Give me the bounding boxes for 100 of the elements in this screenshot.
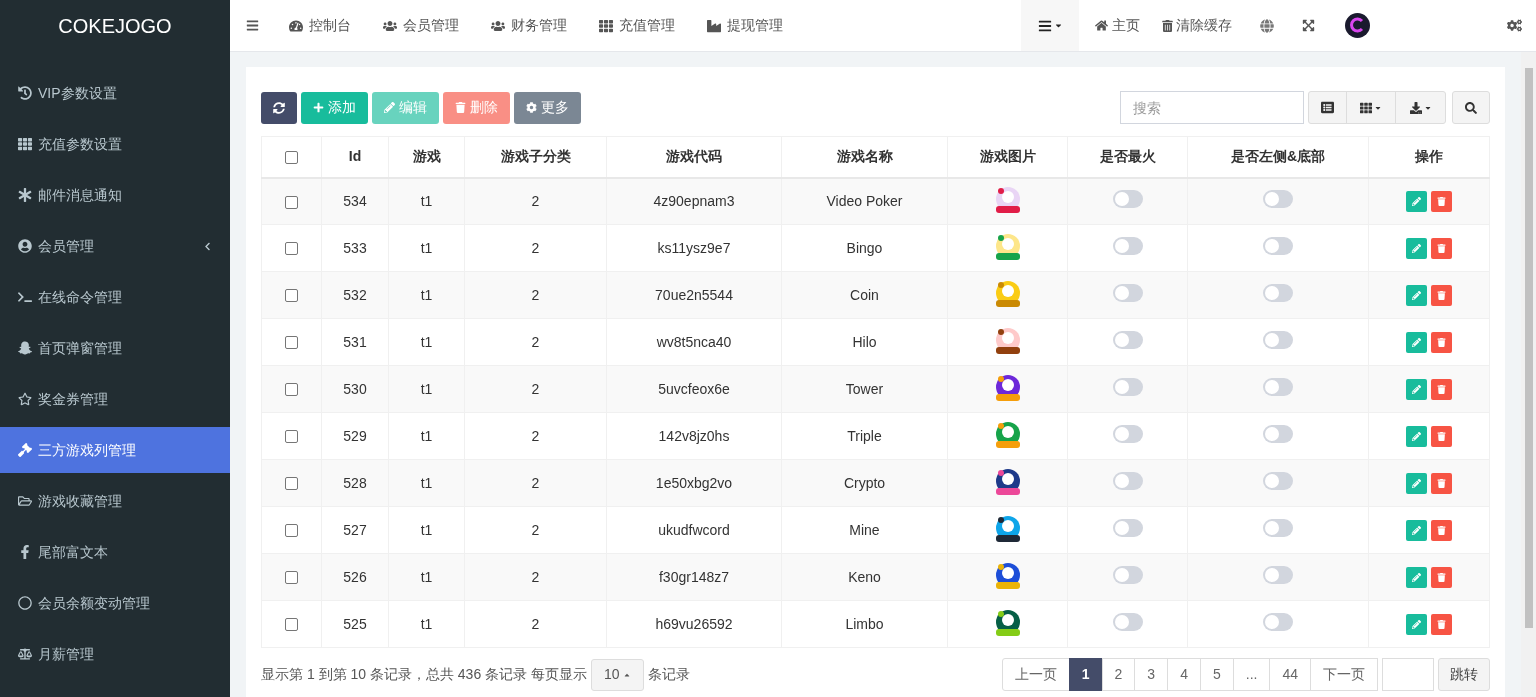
checkbox[interactable] <box>285 289 298 303</box>
edit-button[interactable] <box>1406 425 1427 447</box>
checkbox[interactable] <box>285 571 298 585</box>
checkbox[interactable] <box>285 430 298 444</box>
sidebar-item[interactable]: 邮件消息通知 <box>0 172 230 218</box>
checkbox[interactable] <box>285 524 298 538</box>
toolbar-button[interactable]: 更多 <box>514 91 581 124</box>
page-link[interactable]: ... <box>1232 658 1271 691</box>
nav-item[interactable]: 会员管理 <box>383 15 459 36</box>
toggle-switch[interactable] <box>1112 284 1143 302</box>
sidebar-item[interactable]: 尾部富文本 <box>0 529 230 575</box>
delete-button[interactable] <box>1431 613 1452 635</box>
delete-button[interactable] <box>1431 378 1452 400</box>
edit-button[interactable] <box>1406 284 1427 306</box>
page-size-select[interactable]: 10 <box>590 658 644 691</box>
toggle-switch[interactable] <box>1263 237 1293 255</box>
nav-item[interactable]: 提现管理 <box>707 15 783 36</box>
toggle-switch[interactable] <box>1263 566 1293 584</box>
refresh-button[interactable] <box>261 91 297 124</box>
table-cell: 528 <box>321 459 389 507</box>
delete-button[interactable] <box>1431 566 1452 588</box>
page-link[interactable]: 1 <box>1068 658 1103 691</box>
sidebar-item[interactable]: 会员余额变动管理 <box>0 580 230 626</box>
delete-button[interactable] <box>1431 237 1452 259</box>
checkbox[interactable] <box>285 151 298 165</box>
delete-button[interactable] <box>1431 519 1452 541</box>
toggle-switch[interactable] <box>1112 613 1143 631</box>
checkbox[interactable] <box>285 242 298 256</box>
toggle-switch[interactable] <box>1112 472 1143 490</box>
toggle-switch[interactable] <box>1263 613 1293 631</box>
edit-button[interactable] <box>1406 519 1427 541</box>
table-cell: t1 <box>388 553 465 601</box>
settings-icon[interactable] <box>1507 18 1522 33</box>
toggle-switch[interactable] <box>1112 566 1143 584</box>
page-link[interactable]: 下一页 <box>1310 658 1378 691</box>
toggle-switch[interactable] <box>1263 284 1293 302</box>
edit-button[interactable] <box>1406 566 1427 588</box>
sidebar-item[interactable]: 充值参数设置 <box>0 121 230 167</box>
sidebar-item[interactable]: 首页弹窗管理 <box>0 325 230 371</box>
table-cell: Crypto <box>781 459 948 507</box>
jump-button[interactable]: 跳转 <box>1438 658 1490 691</box>
record-summary-suffix: 条记录 <box>647 665 690 684</box>
toggle-switch[interactable] <box>1263 519 1293 537</box>
sidebar-item[interactable]: 奖金券管理 <box>0 376 230 422</box>
page-link[interactable]: 4 <box>1167 658 1201 691</box>
menu-icon[interactable] <box>246 19 259 32</box>
sidebar-item[interactable]: 游戏收藏管理 <box>0 478 230 524</box>
page-link[interactable]: 上一页 <box>1001 658 1070 691</box>
checkbox[interactable] <box>285 336 298 350</box>
clear-cache-link[interactable]: 清除缓存 <box>1162 15 1232 36</box>
fullscreen-icon[interactable] <box>1302 19 1315 32</box>
search-field[interactable]: 搜索 <box>1120 91 1304 124</box>
sidebar-item[interactable]: 月薪管理 <box>0 631 230 677</box>
checkbox[interactable] <box>285 618 298 632</box>
toggle-switch[interactable] <box>1112 190 1143 209</box>
toggle-switch[interactable] <box>1112 331 1143 349</box>
grid-icon <box>1360 101 1372 114</box>
list-menu-button[interactable] <box>1021 0 1079 51</box>
search-button[interactable] <box>1452 91 1490 124</box>
toggle-switch[interactable] <box>1263 331 1293 349</box>
toggle-switch[interactable] <box>1112 237 1143 255</box>
edit-button[interactable] <box>1406 237 1427 259</box>
home-link[interactable]: 主页 <box>1095 15 1140 36</box>
nav-item[interactable]: 控制台 <box>289 15 351 36</box>
delete-button[interactable] <box>1431 284 1452 306</box>
edit-button[interactable] <box>1406 378 1427 400</box>
page-link[interactable]: 2 <box>1101 658 1136 691</box>
delete-button[interactable] <box>1431 190 1452 212</box>
page-jump-field[interactable] <box>1382 658 1434 691</box>
table-cell: 526 <box>321 553 389 601</box>
delete-button[interactable] <box>1431 472 1452 494</box>
sidebar-item[interactable]: VIP参数设置 <box>0 70 230 116</box>
delete-button[interactable] <box>1431 425 1452 447</box>
edit-button[interactable] <box>1406 331 1427 353</box>
edit-button[interactable] <box>1406 472 1427 494</box>
toggle-switch[interactable] <box>1263 425 1293 443</box>
sidebar-item[interactable]: 三方游戏列管理 <box>0 427 230 473</box>
toggle-switch[interactable] <box>1263 472 1293 490</box>
edit-button[interactable] <box>1406 190 1427 212</box>
page-link[interactable]: 44 <box>1269 658 1311 691</box>
edit-button[interactable] <box>1406 613 1427 635</box>
toggle-switch[interactable] <box>1112 519 1143 537</box>
toggle-switch[interactable] <box>1112 378 1143 396</box>
page-link[interactable]: 3 <box>1134 658 1169 691</box>
checkbox[interactable] <box>285 195 298 209</box>
toggle-switch[interactable] <box>1263 190 1293 209</box>
sidebar-item[interactable]: 在线命令管理 <box>0 274 230 320</box>
checkbox[interactable] <box>285 383 298 397</box>
toggle-switch[interactable] <box>1263 378 1293 396</box>
globe-icon[interactable] <box>1260 18 1274 33</box>
page-link[interactable]: 5 <box>1199 658 1234 691</box>
delete-button[interactable] <box>1431 331 1452 353</box>
nav-item[interactable]: 财务管理 <box>491 15 567 36</box>
toggle-switch[interactable] <box>1112 425 1143 443</box>
avatar-icon[interactable] <box>1345 13 1370 38</box>
trash-icon <box>1437 243 1446 253</box>
brand-logo[interactable]: COKEJOGO <box>58 11 172 41</box>
sidebar-item[interactable]: 会员管理 <box>0 223 230 269</box>
checkbox[interactable] <box>285 477 298 491</box>
nav-item[interactable]: 充值管理 <box>599 15 675 36</box>
